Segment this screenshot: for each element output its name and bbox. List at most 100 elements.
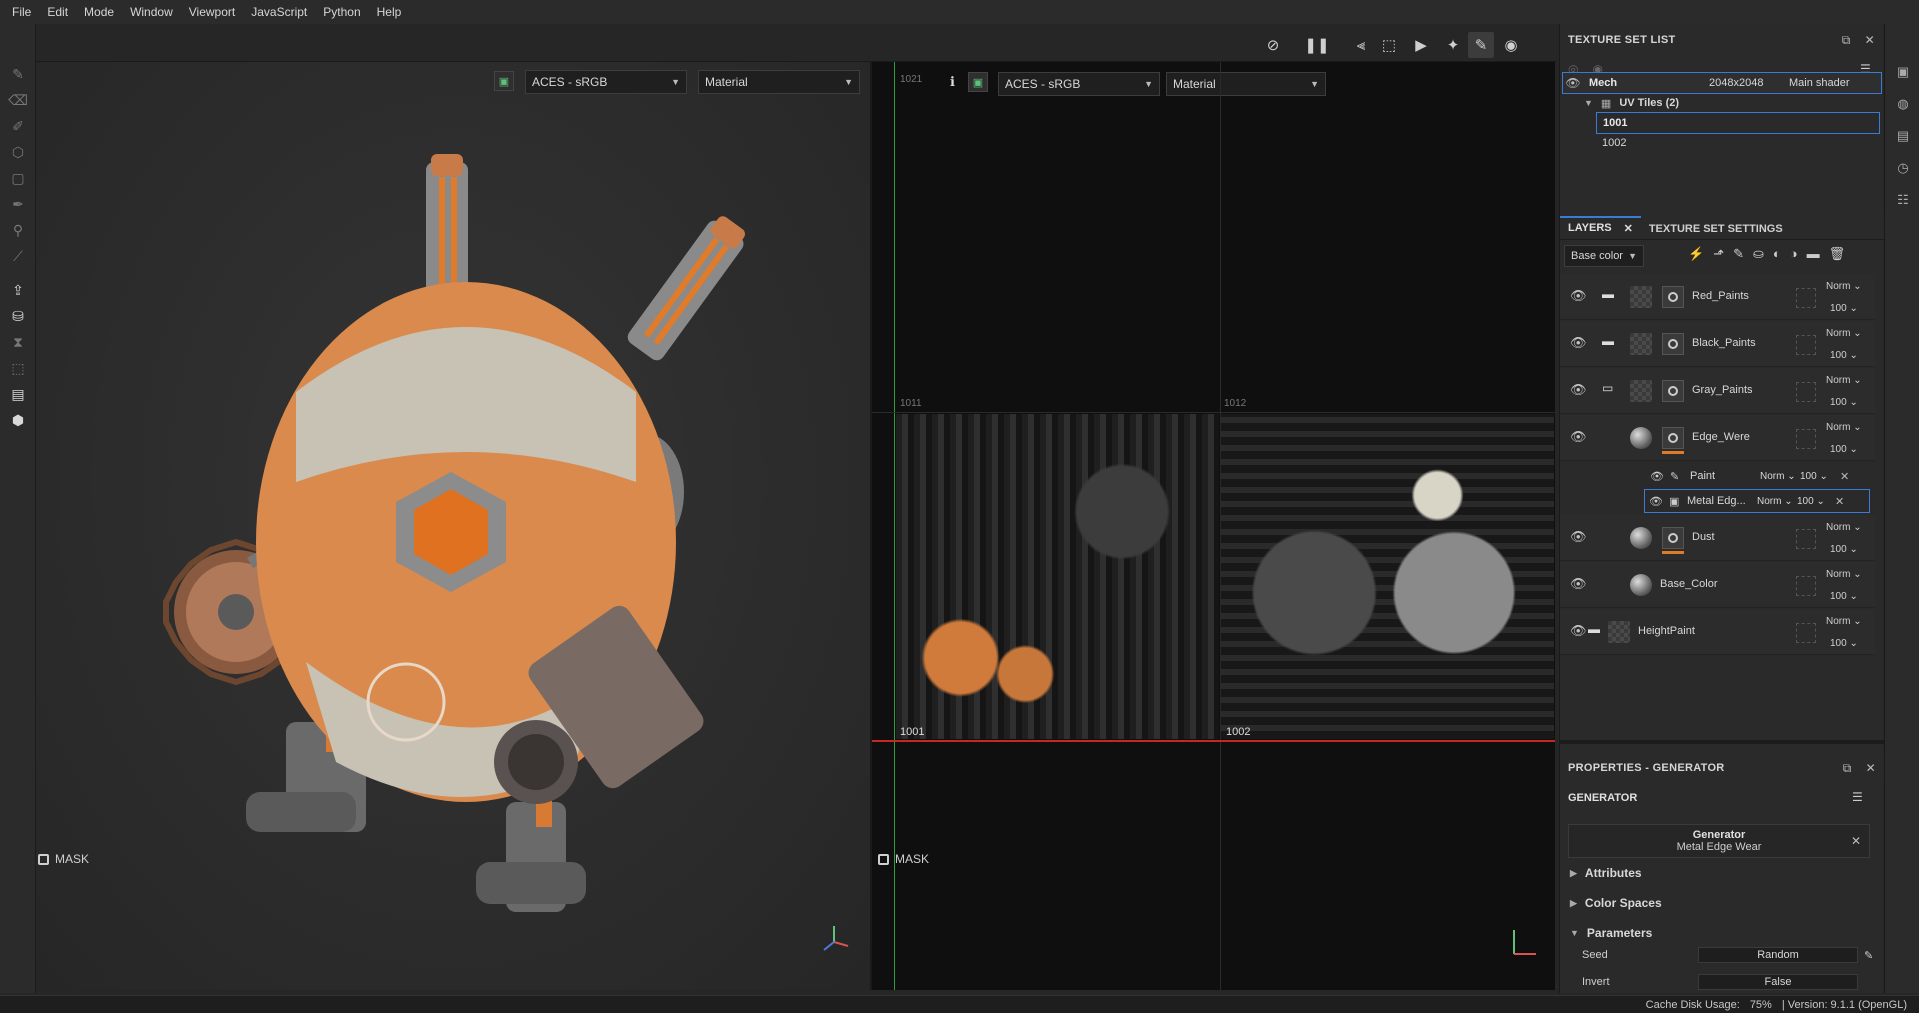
- screenshot-icon[interactable]: ◉: [1498, 32, 1524, 58]
- lighting-icon[interactable]: ✦: [1440, 32, 1466, 58]
- projection-icon[interactable]: ✐: [8, 116, 28, 136]
- assets-icon[interactable]: ▤: [1893, 126, 1913, 146]
- eye-icon[interactable]: 👁: [1570, 429, 1587, 445]
- tab-texture-set-settings[interactable]: TEXTURE SET SETTINGS: [1641, 219, 1791, 239]
- menu-mode[interactable]: Mode: [76, 5, 122, 19]
- menu-viewport[interactable]: Viewport: [181, 5, 243, 19]
- blend-mode[interactable]: Norm ⌄: [1826, 522, 1862, 533]
- eye-icon[interactable]: 👁: [1570, 288, 1587, 304]
- layer-row[interactable]: 👁 ▭ Gray_Paints Norm ⌄ 100 ⌄: [1560, 368, 1875, 414]
- eye-icon[interactable]: 👁: [1649, 495, 1669, 508]
- add-paint-layer-icon[interactable]: ✎: [1733, 246, 1744, 262]
- eye-icon[interactable]: 👁: [1563, 76, 1583, 90]
- blend-mode[interactable]: Norm ⌄: [1760, 471, 1800, 482]
- opacity-field[interactable]: 100 ⌄: [1800, 471, 1840, 482]
- opacity-field[interactable]: 100 ⌄: [1830, 397, 1858, 408]
- close-icon[interactable]: ✕: [1851, 834, 1861, 848]
- colorspace-dropdown-2d[interactable]: ACES - sRGB ▼: [998, 72, 1160, 96]
- history-icon[interactable]: ◷: [1893, 158, 1913, 178]
- blend-mode[interactable]: Norm ⌄: [1826, 281, 1862, 292]
- panel-divider[interactable]: [1560, 740, 1884, 744]
- add-mask-icon[interactable]: ◐: [1773, 246, 1781, 262]
- delete-icon[interactable]: 🗑: [1829, 246, 1846, 262]
- document-icon[interactable]: ▤: [8, 384, 28, 404]
- layer-row[interactable]: 👁 ▬ Red_Paints Norm ⌄ 100 ⌄: [1560, 274, 1875, 320]
- menu-python[interactable]: Python: [315, 5, 368, 19]
- invert-toggle[interactable]: False: [1698, 974, 1858, 990]
- eye-icon[interactable]: 👁: [1650, 470, 1670, 483]
- sub-layer-row-selected[interactable]: 👁 ▣ Metal Edg... Norm ⌄ 100 ⌄ ✕: [1644, 489, 1870, 513]
- layer-row[interactable]: 👁 ▬ Black_Paints Norm ⌄ 100 ⌄: [1560, 321, 1875, 367]
- smudge-icon[interactable]: ✒: [8, 194, 28, 214]
- uv-tile-row-1001[interactable]: 1001: [1596, 112, 1880, 134]
- undock-icon[interactable]: ⧉: [1843, 761, 1852, 776]
- presets-menu-icon[interactable]: ☰: [1852, 790, 1863, 804]
- edit-icon[interactable]: ✎: [1864, 949, 1873, 962]
- eraser-icon[interactable]: ⌫: [8, 90, 28, 110]
- geometry-fill-icon[interactable]: ⬡: [8, 142, 28, 162]
- channel-select[interactable]: Base color ▼: [1564, 245, 1644, 267]
- layer-row[interactable]: 👁 ▬ HeightPaint Norm ⌄ 100 ⌄: [1560, 609, 1875, 655]
- layer-row[interactable]: 👁 Dust Norm ⌄ 100 ⌄: [1560, 515, 1875, 561]
- channel-dropdown-2d[interactable]: Material ▼: [1166, 72, 1326, 96]
- menu-window[interactable]: Window: [122, 5, 181, 19]
- blend-mode[interactable]: Norm ⌄: [1826, 422, 1862, 433]
- blend-mode[interactable]: Norm ⌄: [1826, 328, 1862, 339]
- menu-file[interactable]: File: [4, 5, 39, 19]
- uv-info-icon[interactable]: ℹ: [950, 74, 955, 90]
- paint-brush-icon[interactable]: ✎: [8, 64, 28, 84]
- close-icon[interactable]: ✕: [1835, 495, 1844, 508]
- uv-tiles-group[interactable]: ▼ ▦ UV Tiles (2): [1584, 92, 1906, 114]
- hourglass-icon[interactable]: ⧗: [8, 332, 28, 352]
- eye-icon[interactable]: 👁: [1570, 382, 1587, 398]
- blend-mode[interactable]: Norm ⌄: [1826, 569, 1862, 580]
- display-settings-icon[interactable]: ▣: [968, 72, 988, 92]
- bake-export-icon[interactable]: ⇪: [8, 280, 28, 300]
- color-spaces-section[interactable]: ▶ Color Spaces: [1570, 896, 1662, 910]
- log-icon[interactable]: ☷: [1893, 190, 1913, 210]
- menu-edit[interactable]: Edit: [39, 5, 76, 19]
- symmetry-icon[interactable]: ⫷: [1348, 32, 1374, 58]
- add-fill-layer-icon[interactable]: ⛀: [1753, 246, 1764, 262]
- opacity-field[interactable]: 100 ⌄: [1830, 591, 1858, 602]
- hide-icon[interactable]: ⊘: [1260, 32, 1286, 58]
- opacity-field[interactable]: 100 ⌄: [1830, 638, 1858, 649]
- opacity-field[interactable]: 100 ⌄: [1830, 350, 1858, 361]
- shader-settings-icon[interactable]: ◍: [1893, 94, 1913, 114]
- polygon-fill-icon[interactable]: ▢: [8, 168, 28, 188]
- menu-javascript[interactable]: JavaScript: [243, 5, 315, 19]
- menu-help[interactable]: Help: [369, 5, 410, 19]
- display-settings-icon[interactable]: ▣: [1893, 62, 1913, 82]
- undock-icon[interactable]: ⧉: [1842, 33, 1851, 48]
- blend-mode[interactable]: Norm ⌄: [1826, 616, 1862, 627]
- material-picker-icon[interactable]: ⟋: [8, 246, 28, 266]
- view-cube-icon[interactable]: ⬚: [1376, 32, 1402, 58]
- mesh-icon[interactable]: ⬢: [8, 410, 28, 430]
- mask-toggle-2d[interactable]: MASK: [878, 852, 929, 866]
- layer-row[interactable]: 👁 Base_Color Norm ⌄ 100 ⌄: [1560, 562, 1875, 608]
- close-icon[interactable]: ✕: [1866, 761, 1876, 776]
- viewport-2d[interactable]: ▣ ACES - sRGB ▼ Material ▼ ℹ 1021 1011 101…: [872, 62, 1555, 990]
- opacity-field[interactable]: 100 ⌄: [1830, 303, 1858, 314]
- tab-layers[interactable]: LAYERS ✕: [1560, 216, 1641, 239]
- pause-icon[interactable]: ❚❚: [1304, 32, 1330, 58]
- generator-picker[interactable]: Generator Metal Edge Wear ✕: [1568, 824, 1870, 858]
- texture-set-row[interactable]: 👁 Mech 2048x2048 Main shader: [1562, 72, 1882, 94]
- eye-icon[interactable]: 👁: [1570, 335, 1587, 351]
- add-smart-material-icon[interactable]: ◑: [1790, 246, 1798, 262]
- camera-icon[interactable]: ▶: [1408, 32, 1434, 58]
- close-icon[interactable]: ✕: [1865, 33, 1875, 48]
- clone-stamp-icon[interactable]: ⚲: [8, 220, 28, 240]
- add-effect-icon[interactable]: ⬏: [1713, 246, 1724, 262]
- opacity-field[interactable]: 100 ⌄: [1830, 544, 1858, 555]
- material-selection-icon[interactable]: ⛁: [8, 306, 28, 326]
- blend-mode[interactable]: Norm ⌄: [1826, 375, 1862, 386]
- attributes-section[interactable]: ▶ Attributes: [1570, 866, 1642, 880]
- mask-toggle-3d[interactable]: MASK: [38, 852, 89, 866]
- close-icon[interactable]: ✕: [1840, 470, 1849, 483]
- paint-mode-icon[interactable]: ✎: [1468, 32, 1494, 58]
- magic-wand-icon[interactable]: ⚡: [1688, 246, 1704, 262]
- close-icon[interactable]: ✕: [1624, 222, 1633, 235]
- blend-mode[interactable]: Norm ⌄: [1757, 496, 1797, 507]
- viewport-3d[interactable]: ▣ ACES - sRGB ▼ Material ▼ MASK: [36, 62, 870, 990]
